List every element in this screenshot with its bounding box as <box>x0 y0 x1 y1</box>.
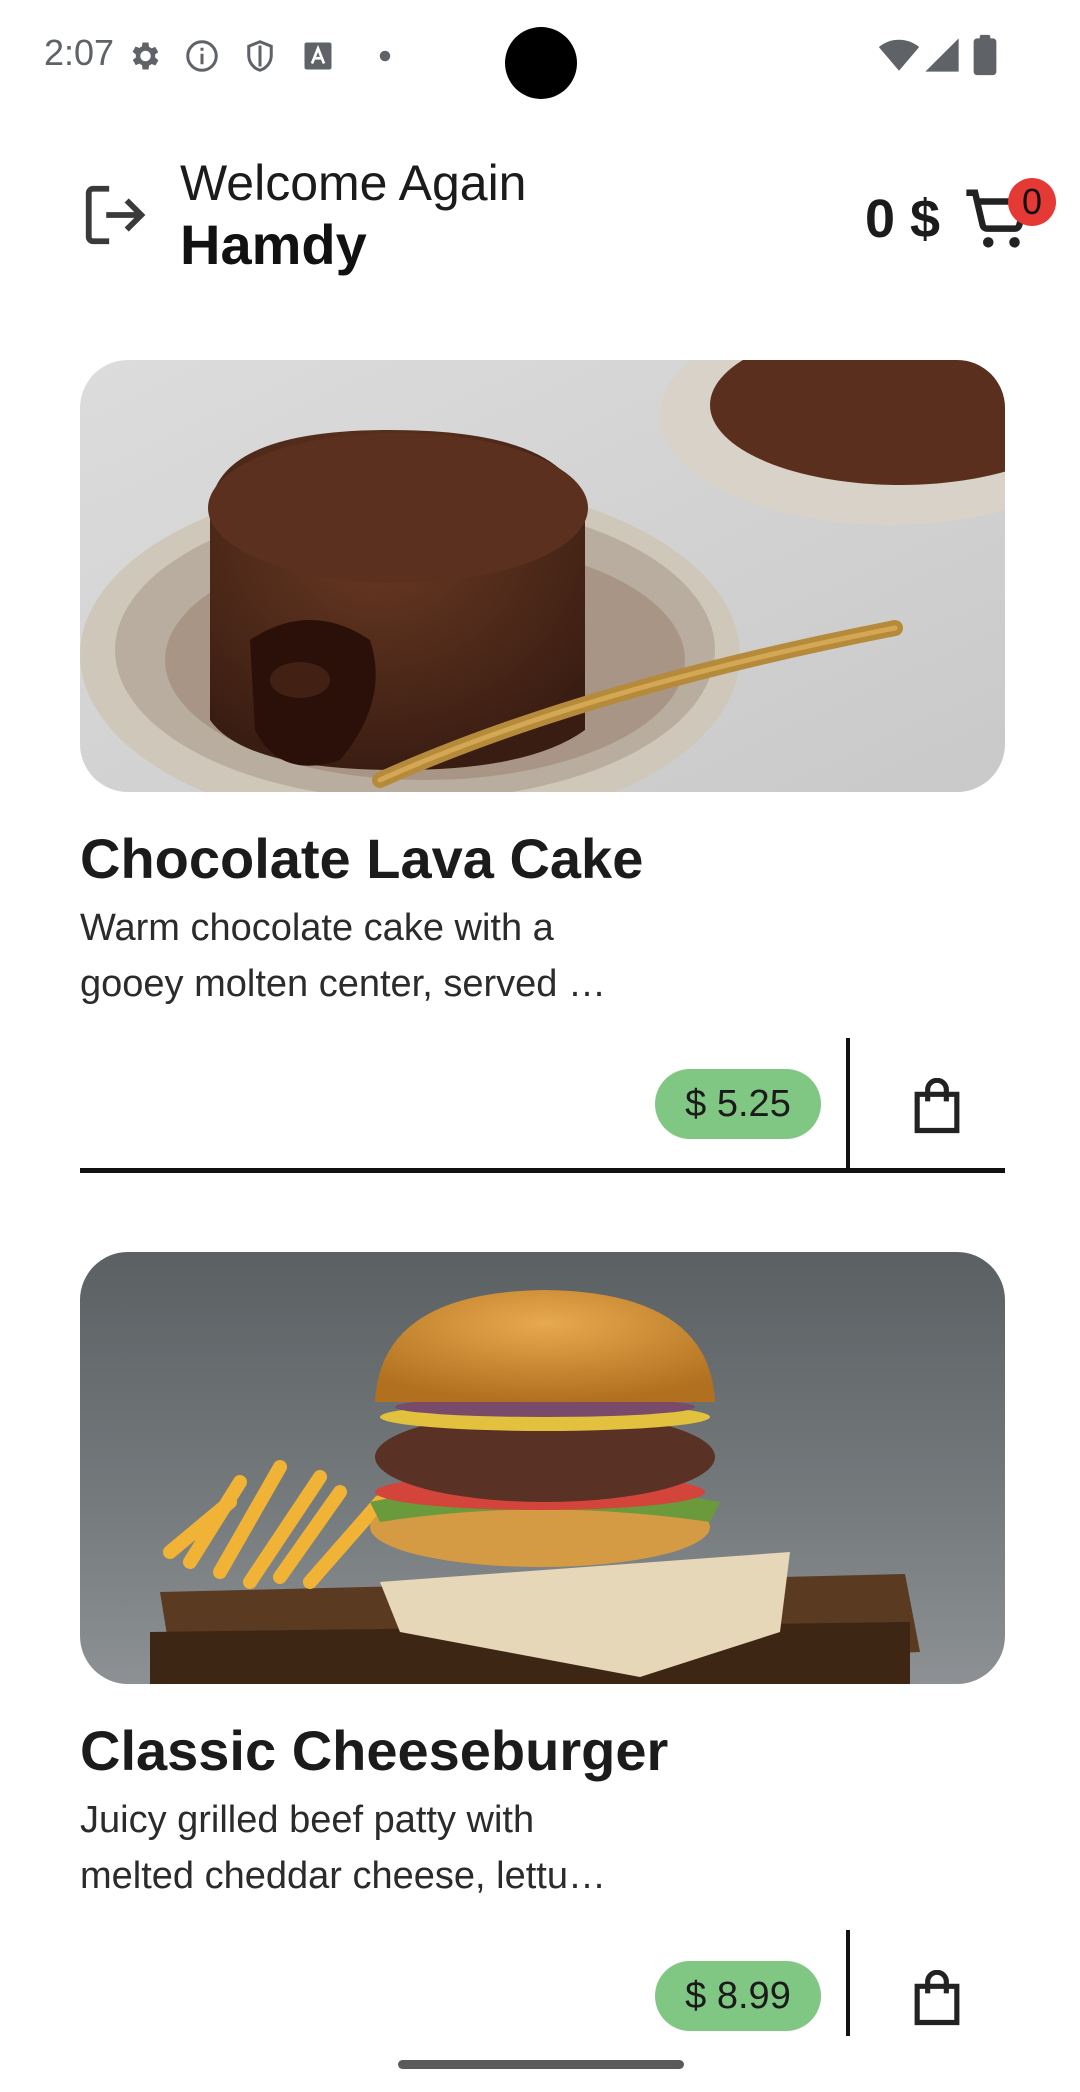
battery-icon <box>973 34 997 76</box>
product-name: Classic Cheeseburger <box>80 1719 669 1782</box>
vertical-divider <box>846 1930 850 2036</box>
price-badge: $ 5.25 <box>655 1069 821 1139</box>
dot-icon <box>379 50 391 62</box>
shopping-bag-icon[interactable] <box>912 1078 962 1134</box>
cellular-icon <box>925 38 959 72</box>
product-description-line: Juicy grilled beef patty with <box>80 1799 535 1841</box>
welcome-text: Welcome Again <box>180 155 527 211</box>
app-header: Welcome Again Hamdy 0 $ 0 <box>0 140 1080 290</box>
shield-icon <box>247 40 273 72</box>
product-description: Warm chocolate cake with a gooey molten … <box>80 900 640 1012</box>
cart-count-badge: 0 <box>1008 178 1056 226</box>
product-description-line: melted cheddar cheese, lettu… <box>80 1855 606 1897</box>
chocolate-lava-cake-image <box>80 360 1005 792</box>
text-a-icon <box>304 42 332 70</box>
logout-icon[interactable] <box>80 180 150 250</box>
status-time: 2:07 <box>44 32 115 73</box>
home-indicator[interactable] <box>398 2060 684 2069</box>
info-icon <box>186 40 218 72</box>
product-name: Chocolate Lava Cake <box>80 827 644 890</box>
cheeseburger-image <box>80 1252 1005 1684</box>
product-description-line: gooey molten center, served … <box>80 963 606 1005</box>
cart-total: 0 $ <box>865 189 941 249</box>
status-bar: 2:07 <box>0 0 1080 112</box>
product-card[interactable]: Classic Cheeseburger Juicy grilled beef … <box>80 1252 1005 2036</box>
product-card[interactable]: Chocolate Lava Cake Warm chocolate cake … <box>80 360 1005 1176</box>
gear-icon <box>132 42 159 70</box>
horizontal-divider <box>80 1168 1005 1173</box>
product-description-line: Warm chocolate cake with a <box>80 907 554 949</box>
vertical-divider <box>846 1038 850 1170</box>
shopping-bag-icon[interactable] <box>912 1970 962 2026</box>
user-name: Hamdy <box>180 213 367 276</box>
product-description: Juicy grilled beef patty with melted che… <box>80 1792 640 1904</box>
wifi-icon <box>878 39 920 71</box>
price-badge: $ 8.99 <box>655 1961 821 2031</box>
camera-cutout <box>505 27 577 99</box>
